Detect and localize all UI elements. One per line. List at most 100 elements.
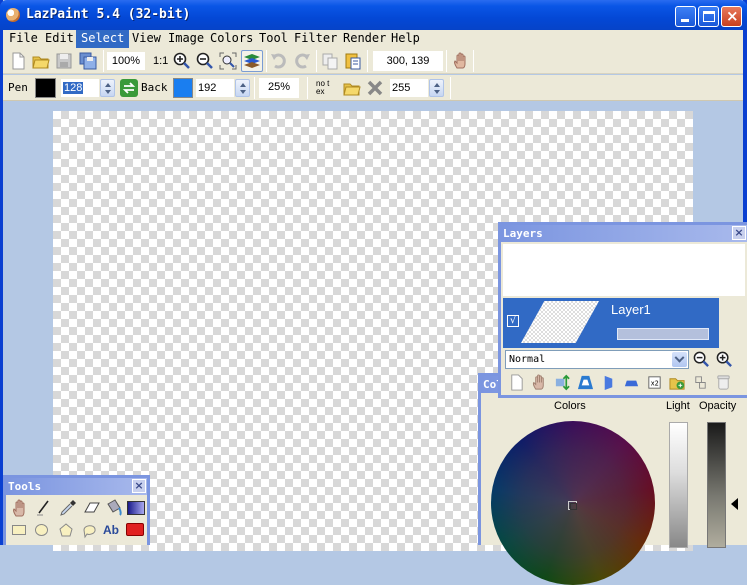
hand-tool-icon[interactable] (10, 498, 30, 518)
gradient-tool-icon[interactable] (127, 501, 145, 515)
color-picker-tool-icon[interactable] (58, 498, 78, 518)
open-folder-icon[interactable] (32, 52, 50, 70)
no-texture-button[interactable]: no tex (316, 80, 330, 96)
layers-list-empty-area (503, 244, 745, 296)
rotate-layer-icon[interactable] (554, 374, 571, 391)
toolbar-separator (316, 50, 317, 72)
toolbar-separator (254, 77, 255, 99)
close-button[interactable]: × (721, 6, 742, 27)
perspective-layer-icon[interactable] (577, 374, 594, 391)
opacity-slider[interactable] (707, 422, 726, 548)
window-title: LazPaint 5.4 (32-bit) (26, 7, 191, 22)
rectangle-tool-icon[interactable] (12, 525, 26, 535)
back-alpha-spinner[interactable] (235, 79, 250, 97)
pen-alpha-field[interactable]: 128 (60, 78, 100, 98)
layers-panel-title[interactable]: Layers (501, 225, 747, 242)
back-label: Back (141, 81, 168, 94)
tolerance-field[interactable]: 25% (259, 78, 299, 98)
zoom-out-icon[interactable] (196, 52, 214, 70)
zoom-in-icon[interactable] (173, 52, 191, 70)
pen-label: Pen (8, 81, 28, 94)
svg-text:x2: x2 (651, 379, 659, 387)
zoom-out-layers-icon[interactable] (693, 351, 710, 368)
menu-view[interactable]: View (127, 30, 166, 48)
polygon-tool-icon[interactable] (56, 520, 76, 540)
pen-color-swatch[interactable] (35, 78, 56, 98)
pen-toolbar: Pen 128 Back 192 25% no tex 255 (3, 75, 743, 101)
layers-toggle-button[interactable] (241, 50, 263, 72)
layer-name[interactable]: Layer1 (611, 302, 651, 317)
swap-colors-icon[interactable] (120, 79, 138, 97)
light-slider[interactable] (669, 422, 688, 548)
opacity-slider-marker[interactable] (731, 498, 738, 510)
blend-mode-value: Normal (509, 354, 546, 365)
back-color-swatch[interactable] (173, 78, 193, 98)
ellipse-tool-icon[interactable] (35, 524, 48, 536)
merge-layer-icon[interactable] (692, 374, 709, 391)
toolbar-separator (307, 77, 308, 99)
move-layer-hand-icon[interactable] (531, 374, 548, 391)
menu-help[interactable]: Help (386, 30, 425, 48)
back-alpha-field[interactable]: 192 (195, 78, 235, 98)
menu-file[interactable]: File (4, 30, 43, 48)
menu-bar: File Edit Select View Image Colors Tool … (3, 30, 743, 48)
open-texture-icon[interactable] (343, 79, 361, 97)
zoom-level-field[interactable]: 100% (107, 52, 145, 70)
duplicate-layer-icon[interactable]: x2 (646, 374, 663, 391)
zoom-in-layers-icon[interactable] (716, 351, 733, 368)
spline-tool-icon[interactable] (79, 520, 99, 540)
menu-colors[interactable]: Colors (205, 30, 258, 48)
layer-visibility-checkbox[interactable]: √ (507, 315, 519, 327)
new-layer-icon[interactable] (508, 374, 525, 391)
layers-panel-close-button[interactable]: × (732, 226, 746, 240)
minimize-button[interactable] (675, 6, 696, 27)
deformation-tool-icon[interactable] (126, 523, 144, 536)
pen-alpha-value: 128 (63, 82, 84, 94)
blend-mode-select[interactable]: Normal (505, 350, 689, 369)
texture-alpha-spinner[interactable] (429, 79, 444, 97)
texture-alpha-field[interactable]: 255 (389, 78, 429, 98)
maximize-button[interactable] (698, 6, 719, 27)
layers-panel: Layers × √ Layer1 Normal x2 (498, 222, 747, 398)
import-layer-icon[interactable] (669, 374, 686, 391)
tools-panel: Tools × Ab (3, 475, 150, 545)
delete-layer-icon[interactable] (715, 374, 732, 391)
main-toolbar: 100% 1:1 300, 139 (3, 48, 743, 74)
zoom-1to1-button[interactable]: 1:1 (153, 55, 168, 67)
copy-icon[interactable] (321, 52, 339, 70)
new-file-icon[interactable] (9, 52, 27, 70)
pen-alpha-spinner[interactable] (100, 79, 115, 97)
pen-tool-icon[interactable] (34, 498, 54, 518)
paste-icon[interactable] (344, 52, 362, 70)
tools-panel-title[interactable]: Tools (6, 478, 147, 495)
horizontal-flip-icon[interactable] (600, 374, 617, 391)
layers-icon (244, 54, 260, 68)
color-wheel-cursor[interactable] (568, 501, 577, 510)
toolbar-separator (473, 50, 474, 72)
title-bar[interactable]: LazPaint 5.4 (32-bit) × (0, 0, 747, 30)
layer-opacity-bar[interactable] (617, 328, 709, 340)
menu-select[interactable]: Select (76, 30, 130, 48)
toolbar-separator (450, 77, 451, 99)
remove-texture-icon[interactable] (366, 79, 384, 97)
fill-bucket-tool-icon[interactable] (104, 498, 124, 518)
save-icon[interactable] (55, 52, 73, 70)
menu-image[interactable]: Image (163, 30, 209, 48)
save-as-icon[interactable] (79, 52, 97, 70)
menu-edit[interactable]: Edit (40, 30, 79, 48)
vertical-flip-icon[interactable] (623, 374, 640, 391)
eraser-tool-icon[interactable] (82, 498, 102, 518)
tools-panel-close-button[interactable]: × (132, 479, 146, 493)
redo-icon[interactable] (293, 52, 311, 70)
menu-render[interactable]: Render (338, 30, 391, 48)
text-tool-icon[interactable]: Ab (103, 523, 119, 537)
hand-icon[interactable] (452, 52, 470, 70)
colors-label: Colors (554, 400, 586, 412)
layer-row[interactable]: √ Layer1 (503, 298, 719, 348)
zoom-fit-icon[interactable] (219, 52, 237, 70)
undo-icon[interactable] (270, 52, 288, 70)
opacity-label: Opacity (699, 400, 737, 412)
cursor-coordinates: 300, 139 (373, 51, 443, 71)
menu-filter[interactable]: Filter (289, 30, 342, 48)
menu-tool[interactable]: Tool (254, 30, 293, 48)
